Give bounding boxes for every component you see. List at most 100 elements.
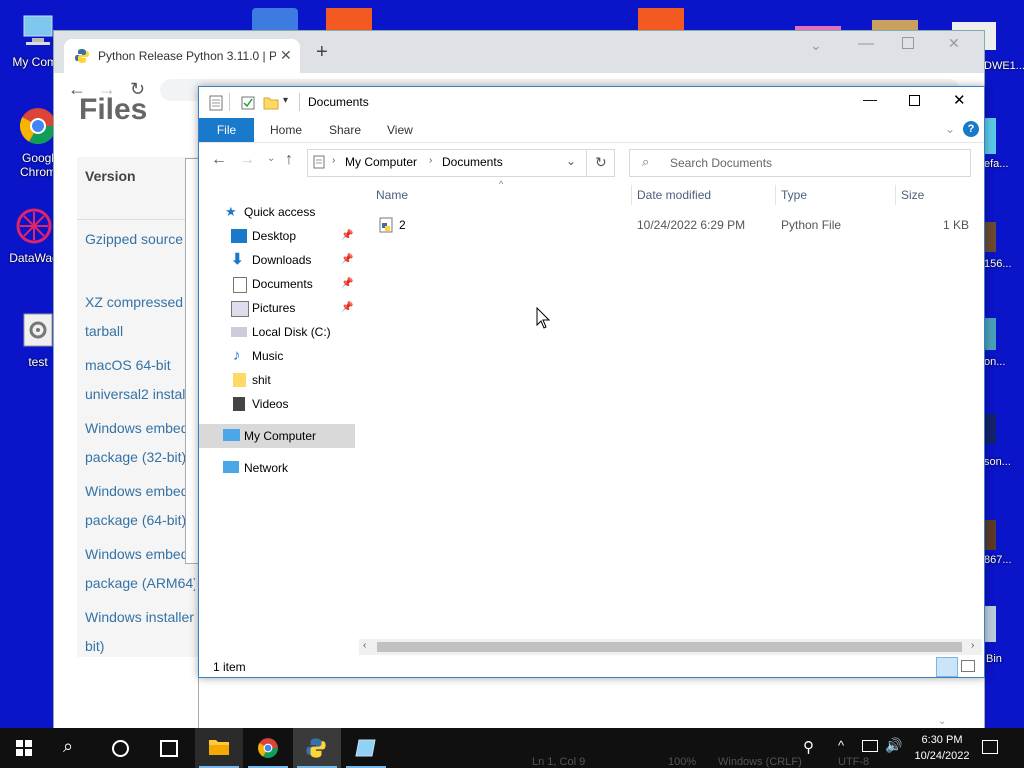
column-divider[interactable] — [631, 185, 632, 205]
nav-item-pictures[interactable]: Pictures 📌 — [199, 296, 355, 320]
horizontal-scrollbar[interactable]: ‹ › — [359, 639, 982, 655]
tab-file[interactable]: File — [199, 118, 254, 142]
download-link[interactable]: universal2 instal — [85, 380, 195, 409]
browser-tab[interactable]: Python Release Python 3.11.0 | P ✕ — [64, 39, 300, 73]
breadcrumb-documents[interactable]: Documents — [442, 155, 503, 169]
minimize-icon[interactable]: — — [858, 35, 874, 53]
download-link[interactable]: Windows embed — [85, 414, 195, 443]
column-header-type[interactable]: Type — [781, 188, 807, 202]
clock-time: 6:30 PM — [921, 734, 963, 746]
nav-item-label: Downloads — [252, 253, 312, 267]
chrome-icon — [258, 738, 278, 758]
nav-item-downloads[interactable]: ⬇ Downloads 📌 — [199, 248, 355, 272]
quick-access-toolbar-dropdown[interactable]: ▾ — [283, 95, 288, 106]
properties-icon[interactable] — [241, 96, 255, 110]
document-icon — [233, 277, 247, 293]
column-divider[interactable] — [775, 185, 776, 205]
nav-item-my-computer[interactable]: My Computer — [199, 424, 355, 448]
refresh-icon[interactable]: ↻ — [595, 154, 607, 171]
nav-item-label: shit — [252, 373, 271, 387]
nav-item-local-disk[interactable]: Local Disk (C:) — [199, 320, 355, 344]
details-view-icon[interactable] — [936, 657, 958, 677]
show-hidden-icons-chevron-up-icon[interactable]: ^ — [838, 738, 844, 753]
download-link[interactable]: Gzipped source — [85, 225, 195, 254]
column-header-date[interactable]: Date modified — [637, 188, 711, 202]
nav-item-videos[interactable]: Videos — [199, 392, 355, 416]
taskbar-file-explorer[interactable] — [195, 728, 243, 768]
disk-drive-icon — [231, 327, 247, 337]
action-center-icon[interactable] — [982, 740, 998, 754]
pin-icon: 📌 — [341, 230, 354, 241]
expand-ribbon-icon[interactable]: ⌄ — [945, 122, 955, 136]
scrollbar-thumb[interactable] — [377, 642, 962, 652]
computer-icon — [23, 15, 53, 45]
nav-item-shit[interactable]: shit — [199, 368, 355, 392]
download-link[interactable]: package (32-bit) — [85, 443, 195, 472]
large-icons-view-icon[interactable] — [961, 660, 975, 672]
nav-item-documents[interactable]: Documents 📌 — [199, 272, 355, 296]
column-header-size[interactable]: Size — [901, 188, 924, 202]
task-view-button[interactable] — [144, 728, 192, 768]
close-icon[interactable]: ✕ — [953, 91, 966, 109]
download-link[interactable]: Windows embed — [85, 477, 195, 506]
new-tab-icon[interactable]: + — [316, 41, 328, 64]
taskbar-notepad[interactable] — [342, 728, 390, 768]
search-box[interactable]: ⌕ Search Documents — [629, 149, 971, 177]
cortana-button[interactable] — [96, 728, 144, 768]
folder-icon — [233, 373, 246, 387]
python-icon — [306, 738, 326, 758]
start-button[interactable] — [0, 728, 48, 768]
nav-item-label: Music — [252, 349, 284, 363]
maximize-icon[interactable] — [909, 95, 920, 106]
close-tab-icon[interactable]: ✕ — [280, 47, 292, 64]
download-link[interactable]: XZ compressed s — [85, 288, 195, 317]
minimize-icon[interactable]: — — [863, 91, 877, 107]
mouse-cursor-icon — [536, 307, 550, 329]
close-icon[interactable]: ✕ — [948, 35, 960, 52]
download-link[interactable]: Windows installer — [85, 603, 195, 632]
search-input[interactable]: Search Documents — [670, 156, 772, 170]
chevron-down-icon[interactable]: ⌄ — [566, 154, 576, 168]
help-icon[interactable]: ? — [963, 121, 979, 137]
network-status-icon[interactable] — [862, 740, 878, 752]
recent-locations-icon[interactable]: ⌄ — [267, 153, 275, 164]
download-link[interactable]: macOS 64-bit — [85, 351, 195, 380]
download-link[interactable]: bit) — [85, 632, 195, 661]
tab-search-icon[interactable]: ⌄ — [810, 37, 822, 54]
nav-item-quick-access[interactable]: ★ Quick access — [199, 200, 355, 224]
column-divider[interactable] — [895, 185, 896, 205]
download-arrow-icon: ⬇ — [231, 251, 244, 268]
scroll-down-icon[interactable]: ⌄ — [938, 716, 946, 727]
address-bar[interactable]: › My Computer › Documents ⌄ ↻ — [307, 149, 615, 177]
up-icon[interactable]: ↑ — [285, 151, 293, 169]
volume-icon[interactable]: 🔊 — [885, 737, 902, 754]
people-icon[interactable]: ⚲ — [803, 738, 814, 756]
download-link[interactable]: Windows embed — [85, 540, 195, 569]
tab-home[interactable]: Home — [270, 123, 302, 137]
back-icon[interactable]: ← — [211, 151, 227, 169]
new-folder-icon[interactable] — [263, 95, 279, 111]
tab-share[interactable]: Share — [329, 123, 361, 137]
desktop-thumbnail — [984, 318, 996, 350]
windows-logo-icon — [16, 740, 32, 756]
search-button[interactable]: ⌕ — [48, 728, 96, 768]
nav-item-network[interactable]: Network — [199, 456, 355, 480]
column-header-name[interactable]: Name — [376, 188, 408, 202]
nav-item-desktop[interactable]: Desktop 📌 — [199, 224, 355, 248]
tab-view[interactable]: View — [387, 123, 413, 137]
datawagon-icon — [16, 208, 52, 244]
scroll-left-icon[interactable]: ‹ — [363, 640, 366, 651]
clock[interactable]: 6:30 PM 10/24/2022 — [902, 732, 982, 764]
forward-icon[interactable]: → — [239, 151, 255, 169]
download-link[interactable]: package (64-bit) — [85, 506, 195, 535]
breadcrumb-my-computer[interactable]: My Computer — [345, 155, 417, 169]
taskbar-python-idle[interactable] — [293, 728, 341, 768]
nav-item-music[interactable]: ♪ Music — [199, 344, 355, 368]
scroll-right-icon[interactable]: › — [971, 640, 974, 651]
page-title: Files — [79, 93, 148, 126]
download-link[interactable]: tarball — [85, 317, 195, 346]
maximize-icon[interactable] — [902, 37, 914, 49]
download-link[interactable]: package (ARM64) — [85, 569, 195, 598]
desktop-icon-label: 156... — [984, 258, 1012, 270]
taskbar-chrome[interactable] — [244, 728, 292, 768]
